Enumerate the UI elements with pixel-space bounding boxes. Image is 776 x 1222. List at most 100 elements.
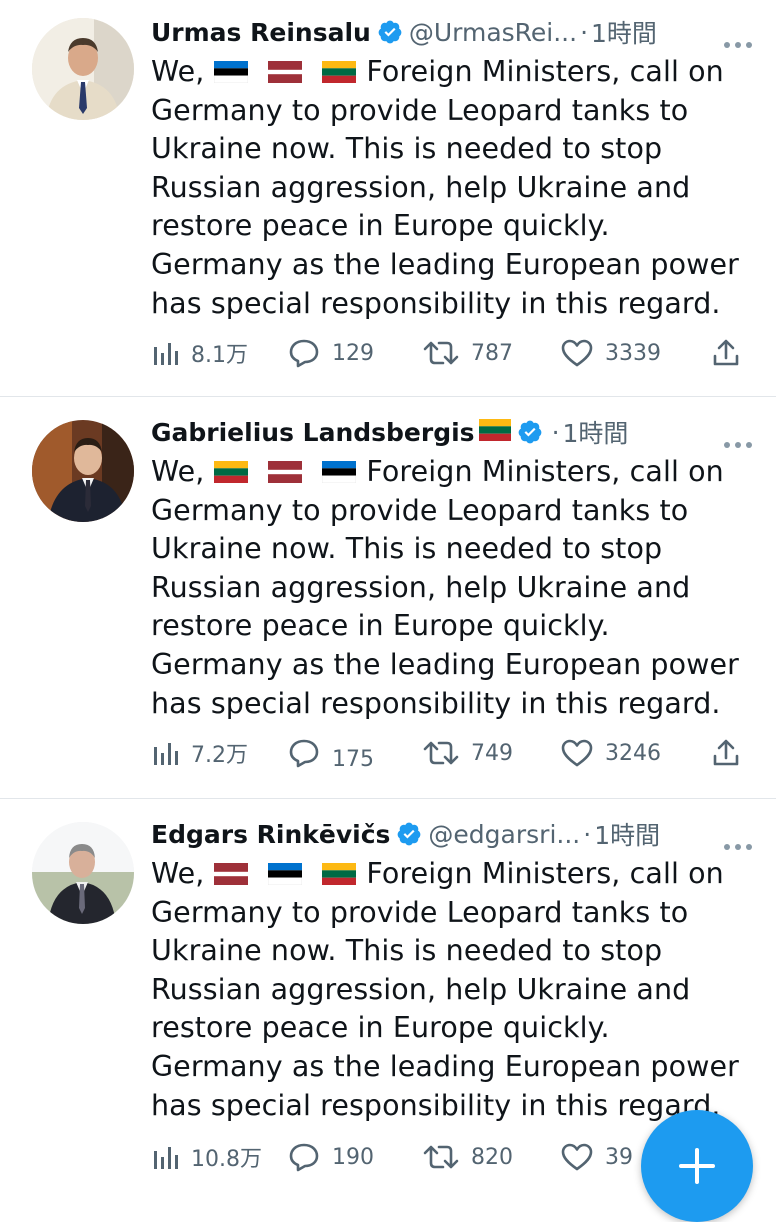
compose-button[interactable] [641,1110,753,1222]
like-button[interactable]: 3246 [561,733,661,773]
timestamp[interactable]: 1時間 [594,816,660,852]
tweet-text-line: We, Foreign Ministers, call on [151,855,751,894]
compose-plus-icon [679,1148,715,1184]
like-count: 39 [605,1144,633,1170]
more-options-icon[interactable] [723,26,753,48]
tweet-text-line: restore peace in Europe quickly. [151,609,610,643]
reply-bubble-icon [288,1142,320,1172]
flag-lithuania-icon [322,863,357,885]
handle[interactable]: @edgarsri... [428,820,580,849]
display-name[interactable]: Gabrielius Landsbergis [151,418,475,447]
reply-button[interactable]: 190 [288,1137,374,1177]
tweet-text: We, Foreign Ministers, call on Germany to… [151,53,751,323]
flag-estonia-icon [322,461,357,483]
reply-button[interactable]: 175 [288,733,374,773]
reply-count: 175 [332,746,374,772]
tweet-text-line: Germany to provide Leopard tanks to [151,895,689,929]
reply-bubble-icon [288,738,320,768]
like-button[interactable]: 39 [561,1137,633,1177]
flag-estonia-icon [214,61,249,83]
tweet-text-line-part: Foreign Ministers, call on [366,455,724,488]
tweet[interactable]: Urmas Reinsalu @UrmasRei... · 1時間 We, For… [0,0,776,395]
avatar[interactable] [32,18,134,120]
tweet-text-line: restore peace in Europe quickly. [151,1011,610,1045]
separator-dot: · [551,417,560,447]
retweet-icon [423,1143,459,1171]
tweet-text-word: We, [151,455,205,488]
tweet-actions: 8.1万 129 787 3339 [151,333,751,373]
retweet-count: 749 [471,740,513,766]
more-options-icon[interactable] [723,828,753,850]
views-count: 10.8万 [191,1147,262,1172]
views-chart-icon [151,1143,179,1171]
tweet-text-line: Germany as the leading European power [151,647,739,681]
display-name[interactable]: Edgars Rinkēvičs [151,820,390,849]
reply-count: 129 [332,340,374,366]
like-count: 3246 [605,740,661,766]
timestamp[interactable]: 1時間 [591,14,657,50]
tweet-text-line: Ukraine now. This is needed to stop [151,132,663,166]
tweet-text-line: Germany to provide Leopard tanks to [151,93,689,127]
separator-dot: · [580,17,589,47]
tweet-text-line: restore peace in Europe quickly. [151,209,610,243]
tweet-text-line: We, Foreign Ministers, call on [151,453,751,492]
display-name[interactable]: Urmas Reinsalu [151,18,371,47]
tweet-text-line: has special responsibility in this regar… [151,286,721,320]
tweet-text-line: Russian aggression, help Ukraine and [151,570,691,604]
more-options-icon[interactable] [723,426,753,448]
retweet-button[interactable]: 787 [423,333,513,373]
tweet-text-line: Ukraine now. This is needed to stop [151,532,663,566]
flag-estonia-icon [268,863,303,885]
like-count: 3339 [605,340,661,366]
retweet-icon [423,739,459,767]
avatar[interactable] [32,822,134,924]
verified-badge-icon [377,19,403,45]
views-count: 7.2万 [191,743,248,768]
tweet-actions: 7.2万 175 749 3246 [151,733,751,773]
tweet-text-line: has special responsibility in this regar… [151,686,721,720]
tweet-text: We, Foreign Ministers, call on Germany to… [151,855,751,1125]
flag-lithuania-icon [478,418,511,447]
verified-badge-icon [396,821,422,847]
retweet-button[interactable]: 749 [423,733,513,773]
views-count: 8.1万 [191,343,248,368]
tweet-text-line: Russian aggression, help Ukraine and [151,972,691,1006]
tweet-text-line: We, Foreign Ministers, call on [151,53,751,92]
tweet-text-word: We, [151,55,205,88]
tweet-text-line: Germany as the leading European power [151,247,739,281]
flag-lithuania-icon [322,61,357,83]
retweet-count: 820 [471,1144,513,1170]
views-button[interactable]: 7.2万 [151,733,248,773]
avatar[interactable] [32,420,134,522]
separator-dot: · [583,819,592,849]
reply-button[interactable]: 129 [288,333,374,373]
handle[interactable]: @UrmasRei... [409,18,577,47]
reply-count: 190 [332,1144,374,1170]
views-button[interactable]: 8.1万 [151,333,248,373]
flag-latvia-icon [214,863,249,885]
share-icon [711,338,741,368]
heart-icon [561,739,593,767]
tweet[interactable]: Gabrielius Landsbergis · 1時間 We, Foreign … [0,397,776,797]
heart-icon [561,339,593,367]
like-button[interactable]: 3339 [561,333,661,373]
share-icon [711,738,741,768]
retweet-button[interactable]: 820 [423,1137,513,1177]
verified-badge-icon [517,419,543,445]
retweet-icon [423,339,459,367]
views-button[interactable]: 10.8万 [151,1137,262,1177]
tweet-text-line-part: Foreign Ministers, call on [366,55,724,88]
reply-bubble-icon [288,338,320,368]
tweet-text-line: Ukraine now. This is needed to stop [151,934,663,968]
tweet-text-line-part: Foreign Ministers, call on [366,857,724,890]
share-button[interactable] [711,733,741,773]
tweet-text-word: We, [151,857,205,890]
share-button[interactable] [711,333,741,373]
heart-icon [561,1143,593,1171]
flag-lithuania-icon [214,461,249,483]
timestamp[interactable]: 1時間 [563,414,629,450]
tweet-text-line: Russian aggression, help Ukraine and [151,170,691,204]
retweet-count: 787 [471,340,513,366]
tweet-text-line: has special responsibility in this regar… [151,1088,721,1122]
flag-latvia-icon [268,461,303,483]
